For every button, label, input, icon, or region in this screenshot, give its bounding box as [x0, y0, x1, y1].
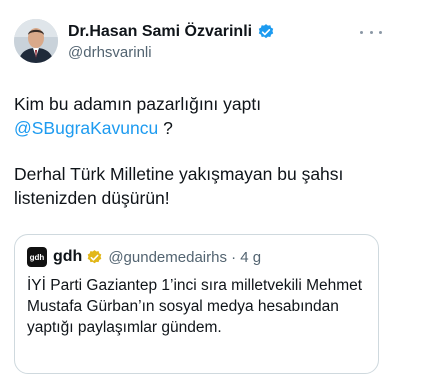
verified-badge-icon [257, 23, 275, 41]
tweet-text-line: listenizden düşürün! [14, 188, 170, 208]
author-name-row: Dr.Hasan Sami Özvarinli [68, 22, 275, 42]
more-dot [369, 30, 373, 34]
gdh-logo-avatar[interactable]: gdh [27, 247, 47, 267]
tweet-text-line: Derhal Türk Milletine yakışmayan bu şahs… [14, 164, 344, 184]
quoted-handle-time[interactable]: @gundemedairhs · 4 g [108, 249, 261, 266]
mention-suffix: ? [158, 118, 173, 138]
tweet-text-line: @SBugraKavuncu ? [14, 116, 173, 140]
more-options-icon[interactable] [360, 24, 382, 40]
quoted-tweet[interactable]: gdh gdh @gundemedairhs · 4 g İYİ Parti G… [14, 234, 379, 374]
mention-link[interactable]: @SBugraKavuncu [14, 118, 158, 138]
more-dot [379, 30, 382, 34]
quoted-author-name[interactable]: gdh [53, 248, 82, 266]
quoted-text-line: İYİ Parti Gaziantep 1’inci sıra milletve… [27, 277, 363, 294]
tweet-text-line: Kim bu adamın pazarlığını yaptı [14, 94, 262, 114]
quoted-tweet-header: gdh gdh @gundemedairhs · 4 g [27, 247, 261, 267]
quoted-text-line: yaptığı paylaşımlar gündem. [27, 319, 222, 336]
more-dot [360, 30, 363, 34]
author-avatar[interactable] [14, 19, 58, 63]
author-handle[interactable]: @drhsvarinli [68, 44, 152, 61]
verified-gold-badge-icon [86, 249, 103, 266]
tweet-card: Dr.Hasan Sami Özvarinli @drhsvarinli Kim… [0, 0, 439, 374]
quoted-text-line: Mustafa Gürban’ın sosyal medya hesabında… [27, 298, 339, 315]
author-display-name[interactable]: Dr.Hasan Sami Özvarinli [68, 23, 252, 41]
avatar-photo [14, 19, 58, 63]
